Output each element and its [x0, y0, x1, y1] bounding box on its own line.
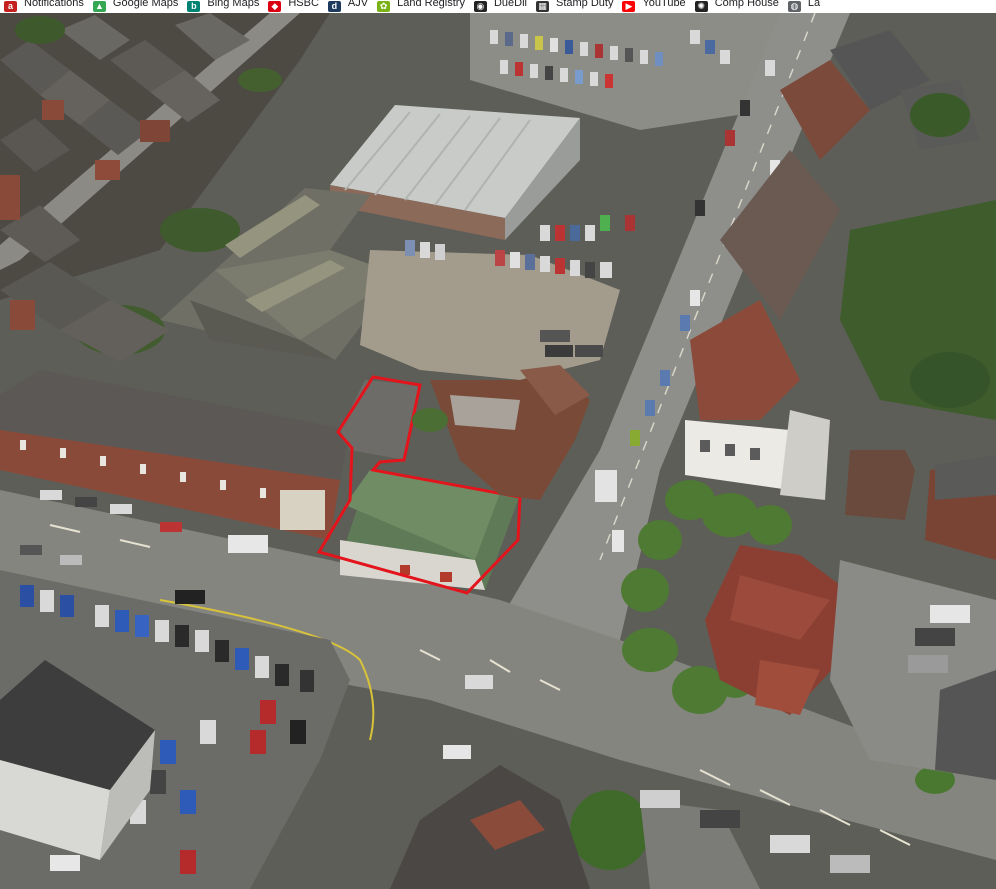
land-registry-icon: ✿	[377, 1, 391, 12]
notifications-icon: a	[4, 1, 17, 12]
bookmark-google-maps[interactable]: ▲ Google Maps	[92, 0, 179, 13]
google-maps-icon: ▲	[92, 1, 106, 12]
bookmark-ajv[interactable]: d AJV	[327, 0, 369, 13]
bookmark-duedil[interactable]: ◉ DueDil	[473, 0, 527, 13]
bookmark-hsbc[interactable]: ◆ HSBC	[268, 0, 319, 13]
aerial-map-view[interactable]	[0, 13, 996, 889]
hsbc-icon: ◆	[268, 1, 282, 12]
bookmark-bing-maps[interactable]: b Bing Maps	[187, 0, 259, 13]
bookmark-label: Google Maps	[112, 0, 179, 9]
bookmark-label: DueDil	[493, 0, 527, 9]
bookmark-comp-house[interactable]: ✺ Comp House	[694, 0, 779, 13]
bookmark-label: La	[807, 0, 821, 9]
bing-maps-icon: b	[187, 1, 201, 12]
bookmark-label: Comp House	[714, 0, 779, 9]
bookmark-la[interactable]: ◍ La	[787, 0, 821, 13]
bookmark-label: Notifications	[24, 0, 84, 9]
stamp-duty-icon: ▦	[535, 1, 549, 12]
bookmark-youtube[interactable]: ▶ YouTube	[622, 0, 686, 13]
globe-icon: ◍	[787, 1, 801, 12]
youtube-icon: ▶	[622, 1, 636, 12]
duedil-icon: ◉	[473, 1, 487, 12]
bookmark-notifications[interactable]: a Notifications	[4, 0, 84, 13]
bookmarks-bar: a Notifications ▲ Google Maps b Bing Maps ◆ HSB…	[0, 0, 996, 13]
bookmark-label: Land Registry	[397, 0, 465, 9]
bookmark-label: HSBC	[288, 0, 319, 9]
comp-house-icon: ✺	[694, 1, 708, 12]
bookmark-label: YouTube	[642, 0, 686, 9]
bookmark-label: Bing Maps	[207, 0, 260, 9]
bookmark-label: AJV	[347, 0, 369, 9]
bookmark-label: Stamp Duty	[555, 0, 614, 9]
bookmark-stamp-duty[interactable]: ▦ Stamp Duty	[535, 0, 614, 13]
ajv-icon: d	[327, 1, 341, 12]
bookmark-land-registry[interactable]: ✿ Land Registry	[377, 0, 465, 13]
